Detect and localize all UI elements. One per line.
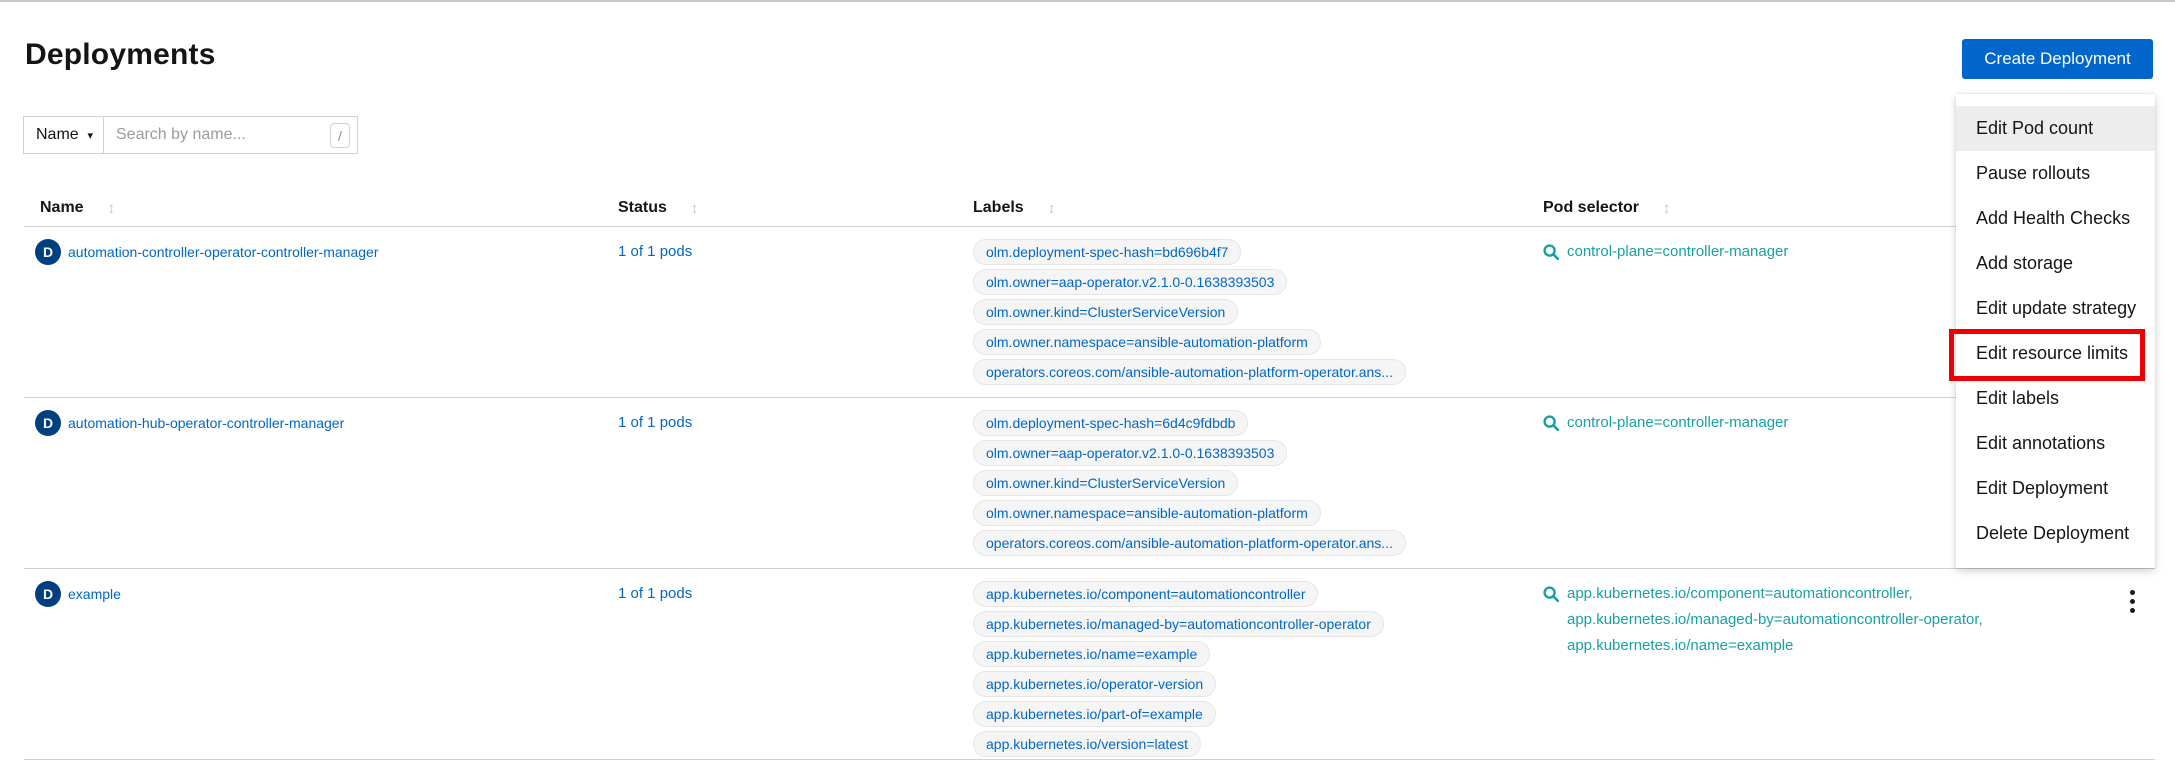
label-chip[interactable]: operators.coreos.com/ansible-automation-…	[973, 530, 1406, 556]
label-chip[interactable]: operators.coreos.com/ansible-automation-…	[973, 359, 1406, 385]
menu-item-edit-pod-count[interactable]: Edit Pod count	[1956, 106, 2155, 151]
sort-arrows-icon[interactable]: ↕	[1048, 200, 1056, 217]
top-divider	[0, 0, 2175, 2]
name-cell: D automation-controller-operator-control…	[24, 239, 618, 265]
kebab-icon[interactable]	[2126, 586, 2139, 617]
status-cell: 1 of 1 pods	[618, 239, 973, 265]
menu-item-pause-rollouts[interactable]: Pause rollouts	[1956, 151, 2155, 196]
filter-type-dropdown[interactable]: Name ▾	[23, 116, 104, 154]
deployments-page: Deployments Create Deployment Name ▾ / N…	[0, 0, 2175, 765]
table-row: D example 1 of 1 pods app.kubernetes.io/…	[24, 569, 2155, 760]
label-chip[interactable]: olm.owner.namespace=ansible-automation-p…	[973, 500, 1321, 526]
status-cell: 1 of 1 pods	[618, 410, 973, 436]
filter-type-label: Name	[36, 126, 79, 144]
label-chip[interactable]: olm.owner.namespace=ansible-automation-p…	[973, 329, 1321, 355]
label-chip[interactable]: olm.owner=aap-operator.v2.1.0-0.16383935…	[973, 440, 1287, 466]
chevron-down-icon: ▾	[87, 129, 93, 142]
menu-item-edit-deployment[interactable]: Edit Deployment	[1956, 466, 2155, 511]
labels-cell: app.kubernetes.io/component=automationco…	[973, 581, 1543, 757]
kebab-cell	[2110, 581, 2155, 617]
pods-status-link[interactable]: 1 of 1 pods	[618, 410, 692, 436]
menu-item-edit-update-strategy[interactable]: Edit update strategy	[1956, 286, 2155, 331]
label-chip[interactable]: app.kubernetes.io/managed-by=automationc…	[973, 611, 1384, 637]
column-header-label: Pod selector	[1543, 199, 1639, 217]
search-input[interactable]	[103, 116, 358, 154]
menu-item-add-health-checks[interactable]: Add Health Checks	[1956, 196, 2155, 241]
labels-cell: olm.deployment-spec-hash=6d4c9fdbdb olm.o…	[973, 410, 1543, 556]
table-row: D automation-controller-operator-control…	[24, 227, 2155, 398]
column-header-label: Name	[40, 199, 84, 217]
column-header-label: Labels	[973, 199, 1024, 217]
table-header-row: Name ↕ Status ↕ Labels ↕ Pod selector ↕	[24, 190, 2155, 227]
name-cell: D example	[24, 581, 618, 607]
pod-selector-link[interactable]: control-plane=controller-manager	[1567, 410, 1788, 436]
deployments-table: Name ↕ Status ↕ Labels ↕ Pod selector ↕ D autom…	[24, 190, 2155, 760]
label-chip[interactable]: olm.deployment-spec-hash=6d4c9fdbdb	[973, 410, 1248, 436]
search-icon	[1543, 244, 1559, 260]
status-cell: 1 of 1 pods	[618, 581, 973, 607]
search-wrap: /	[103, 116, 358, 154]
column-header-name[interactable]: Name ↕	[24, 199, 618, 217]
search-icon	[1543, 415, 1559, 431]
row-actions-menu: Edit Pod countPause rolloutsAdd Health C…	[1956, 94, 2155, 568]
create-deployment-button[interactable]: Create Deployment	[1962, 39, 2153, 79]
label-chip[interactable]: olm.deployment-spec-hash=bd696b4f7	[973, 239, 1241, 265]
search-icon	[1543, 586, 1559, 602]
pod-selector-cell: app.kubernetes.io/component=automationco…	[1543, 581, 2110, 659]
sort-arrows-icon[interactable]: ↕	[1663, 200, 1671, 217]
deployment-name-link[interactable]: automation-controller-operator-controlle…	[68, 239, 378, 265]
menu-item-add-storage[interactable]: Add storage	[1956, 241, 2155, 286]
sort-arrows-icon[interactable]: ↕	[691, 200, 699, 217]
deployment-name-link[interactable]: example	[68, 581, 121, 607]
deployment-badge: D	[35, 239, 61, 265]
name-cell: D automation-hub-operator-controller-man…	[24, 410, 618, 436]
menu-item-delete-deployment[interactable]: Delete Deployment	[1956, 511, 2155, 556]
pods-status-link[interactable]: 1 of 1 pods	[618, 239, 692, 265]
label-chip[interactable]: app.kubernetes.io/component=automationco…	[973, 581, 1318, 607]
label-chip[interactable]: olm.owner.kind=ClusterServiceVersion	[973, 299, 1238, 325]
menu-item-edit-annotations[interactable]: Edit annotations	[1956, 421, 2155, 466]
column-header-labels[interactable]: Labels ↕	[973, 199, 1543, 217]
column-header-status[interactable]: Status ↕	[618, 199, 973, 217]
page-title: Deployments	[25, 38, 216, 72]
pod-selector-link[interactable]: app.kubernetes.io/component=automationco…	[1567, 581, 2017, 659]
column-header-label: Status	[618, 199, 667, 217]
search-shortcut-badge: /	[330, 123, 350, 148]
sort-arrows-icon[interactable]: ↕	[108, 200, 116, 217]
deployment-badge: D	[35, 581, 61, 607]
label-chip[interactable]: app.kubernetes.io/part-of=example	[973, 701, 1216, 727]
label-chip[interactable]: olm.owner.kind=ClusterServiceVersion	[973, 470, 1238, 496]
label-chip[interactable]: app.kubernetes.io/name=example	[973, 641, 1210, 667]
label-chip[interactable]: app.kubernetes.io/operator-version	[973, 671, 1216, 697]
deployment-name-link[interactable]: automation-hub-operator-controller-manag…	[68, 410, 344, 436]
deployment-badge: D	[35, 410, 61, 436]
menu-item-edit-resource-limits[interactable]: Edit resource limits	[1956, 331, 2155, 376]
label-chip[interactable]: app.kubernetes.io/version=latest	[973, 731, 1201, 757]
menu-item-edit-labels[interactable]: Edit labels	[1956, 376, 2155, 421]
pod-selector-link[interactable]: control-plane=controller-manager	[1567, 239, 1788, 265]
table-body: D automation-controller-operator-control…	[24, 227, 2155, 760]
pods-status-link[interactable]: 1 of 1 pods	[618, 581, 692, 607]
filter-toolbar: Name ▾ /	[23, 116, 358, 154]
table-row: D automation-hub-operator-controller-man…	[24, 398, 2155, 569]
label-chip[interactable]: olm.owner=aap-operator.v2.1.0-0.16383935…	[973, 269, 1287, 295]
labels-cell: olm.deployment-spec-hash=bd696b4f7 olm.ow…	[973, 239, 1543, 385]
